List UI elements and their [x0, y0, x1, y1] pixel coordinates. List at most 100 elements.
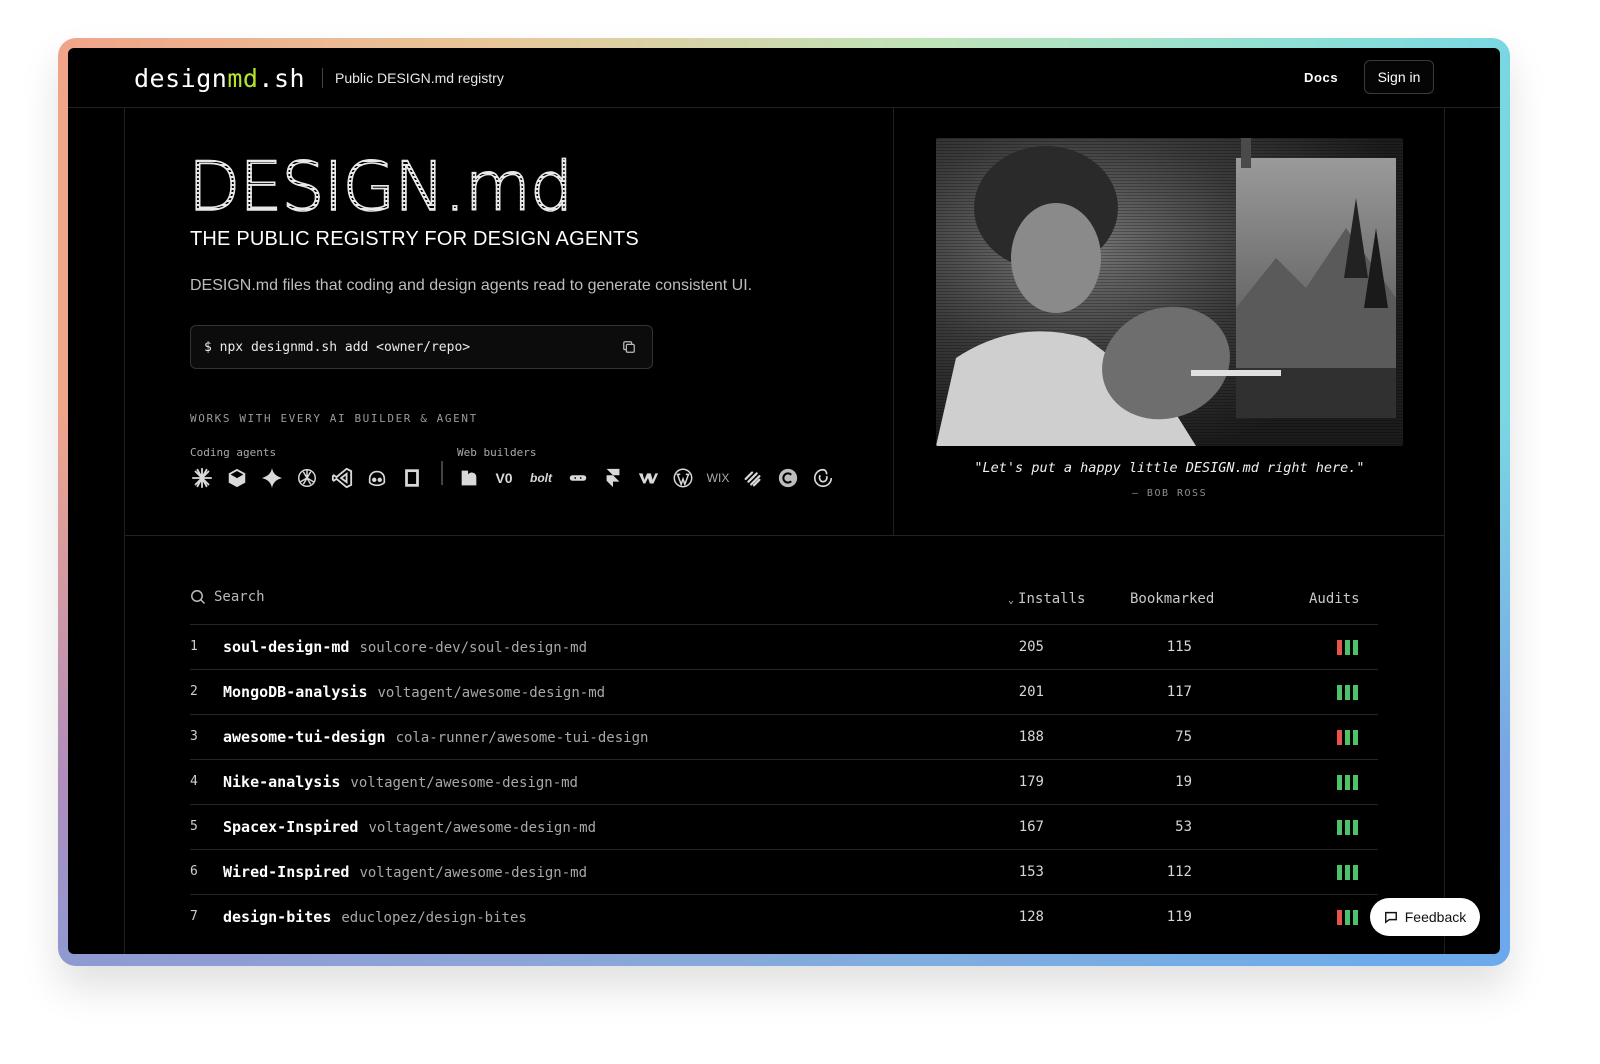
repo-path: voltagent/awesome-design-md: [377, 685, 606, 701]
repo-path: educlopez/design-bites: [341, 910, 527, 926]
audit-status[interactable]: [1337, 775, 1358, 790]
squarespace-icon: [741, 466, 765, 490]
window-frame: designmd.sh Public DESIGN.md registry Do…: [58, 38, 1510, 966]
bookmarked-count: 75: [1175, 729, 1192, 745]
sign-in-button[interactable]: Sign in: [1364, 60, 1434, 94]
design-name: Wired-Inspired: [223, 863, 350, 881]
audit-bar: [1353, 775, 1358, 790]
site-tagline: Public DESIGN.md registry: [335, 70, 504, 86]
bookmarked-count: 53: [1175, 819, 1192, 835]
audit-bar: [1353, 820, 1358, 835]
coding-agents-label: Coding agents: [190, 446, 277, 459]
hero-description: DESIGN.md files that coding and design a…: [190, 277, 753, 294]
design-name-link[interactable]: soul-design-md soulcore-dev/soul-design-m…: [223, 638, 587, 656]
table-row[interactable]: 2 MongoDB-analysis voltagent/awesome-desig…: [190, 669, 1378, 714]
design-name: Nike-analysis: [223, 773, 341, 791]
audit-bar: [1337, 910, 1342, 925]
browser-viewport: designmd.sh Public DESIGN.md registry Do…: [68, 48, 1500, 954]
audit-bar: [1353, 685, 1358, 700]
audit-bar: [1345, 820, 1350, 835]
copilot-icon: [365, 466, 389, 490]
installs-column-header[interactable]: ⌄ Installs: [1008, 591, 1085, 607]
hero-subtitle: THE PUBLIC REGISTRY FOR DESIGN AGENTS: [190, 228, 639, 250]
audit-bar: [1345, 910, 1350, 925]
terminal-agent-icon: [400, 466, 424, 490]
wordpress-icon: [671, 466, 695, 490]
audit-bar: [1345, 775, 1350, 790]
installs-count: 167: [1018, 819, 1044, 835]
installs-count: 128: [1018, 909, 1044, 925]
design-name-link[interactable]: Wired-Inspired voltagent/awesome-design-m…: [223, 863, 587, 881]
bookmarked-column-header[interactable]: Bookmarked: [1130, 591, 1214, 607]
docs-link[interactable]: Docs: [1304, 70, 1338, 85]
install-command-box[interactable]: $ npx designmd.sh add <owner/repo>: [190, 325, 653, 369]
repo-path: voltagent/awesome-design-md: [359, 865, 588, 881]
chat-bubble-icon: [1384, 911, 1397, 924]
audit-bar: [1353, 910, 1358, 925]
design-name: awesome-tui-design: [223, 728, 386, 746]
quote-author: — BOB ROSS: [1131, 488, 1208, 499]
design-name-link[interactable]: Spacex-Inspired voltagent/awesome-design-…: [223, 818, 596, 836]
row-rank: 6: [190, 864, 198, 879]
audit-status[interactable]: [1337, 640, 1358, 655]
replit-icon: [566, 466, 590, 490]
audit-bar: [1345, 730, 1350, 745]
table-row[interactable]: 3 awesome-tui-design cola-runner/awesome-t…: [190, 714, 1378, 759]
search-icon: [191, 590, 206, 605]
bookmarked-count: 119: [1166, 909, 1192, 925]
design-name-link[interactable]: design-bites educlopez/design-bites: [223, 908, 527, 926]
audit-bar: [1345, 685, 1350, 700]
logo-accent: md: [227, 64, 259, 93]
audit-bar: [1353, 730, 1358, 745]
row-rank: 2: [190, 684, 198, 699]
table-row[interactable]: 1 soul-design-md soulcore-dev/soul-design-…: [190, 624, 1378, 669]
installs-count: 153: [1018, 864, 1044, 880]
audit-bar: [1337, 685, 1342, 700]
copy-icon[interactable]: [622, 340, 636, 354]
icons-separator: [441, 461, 443, 485]
audit-status[interactable]: [1337, 910, 1358, 925]
installs-header-label: Installs: [1018, 591, 1086, 607]
feedback-button[interactable]: Feedback: [1370, 898, 1480, 936]
design-name: soul-design-md: [223, 638, 350, 656]
audit-status[interactable]: [1337, 730, 1358, 745]
audits-column-header[interactable]: Audits: [1309, 591, 1360, 607]
table-row[interactable]: 5 Spacex-Inspired voltagent/awesome-design…: [190, 804, 1378, 849]
audit-status[interactable]: [1337, 865, 1358, 880]
search-field[interactable]: Search: [190, 589, 265, 605]
search-placeholder: Search: [214, 589, 265, 605]
bookmarked-count: 112: [1166, 864, 1192, 880]
design-name-link[interactable]: awesome-tui-design cola-runner/awesome-tu…: [223, 728, 648, 746]
framer-icon: [601, 466, 625, 490]
installs-count: 179: [1018, 774, 1044, 790]
audit-status[interactable]: [1337, 820, 1358, 835]
install-command-text: $ npx designmd.sh add <owner/repo>: [204, 339, 471, 355]
audit-bar: [1337, 775, 1342, 790]
hero-title: DESIGN.md: [187, 147, 574, 228]
web-builder-icons: V0 bolt WIX: [457, 466, 835, 490]
carrd-icon: [776, 466, 800, 490]
bob-ross-quote: "Let's put a happy little DESIGN.md righ…: [974, 460, 1365, 476]
openai-icon: [295, 466, 319, 490]
shopify-icon: [811, 466, 835, 490]
design-name-link[interactable]: MongoDB-analysis voltagent/awesome-design…: [223, 683, 605, 701]
table-row[interactable]: 6 Wired-Inspired voltagent/awesome-design-…: [190, 849, 1378, 894]
claude-icon: [190, 466, 214, 490]
table-row[interactable]: 4 Nike-analysis voltagent/awesome-design-m…: [190, 759, 1378, 804]
repo-path: voltagent/awesome-design-md: [368, 820, 597, 836]
coding-agent-icons: [190, 466, 424, 490]
audit-status[interactable]: [1337, 685, 1358, 700]
webflow-icon: [636, 466, 660, 490]
repo-path: soulcore-dev/soul-design-md: [359, 640, 588, 656]
design-name-link[interactable]: Nike-analysis voltagent/awesome-design-md: [223, 773, 578, 791]
audit-bar: [1345, 640, 1350, 655]
bookmarked-count: 19: [1175, 774, 1192, 790]
logo-text: design: [134, 64, 228, 93]
table-row[interactable]: 7 design-bites educlopez/design-bites 128 11…: [190, 894, 1378, 939]
painter-illustration: [936, 138, 1396, 446]
installs-count: 188: [1018, 729, 1044, 745]
site-logo[interactable]: designmd.sh: [134, 64, 305, 93]
v0-icon: V0: [495, 470, 513, 486]
row-rank: 7: [190, 909, 198, 924]
design-name: design-bites: [223, 908, 332, 926]
